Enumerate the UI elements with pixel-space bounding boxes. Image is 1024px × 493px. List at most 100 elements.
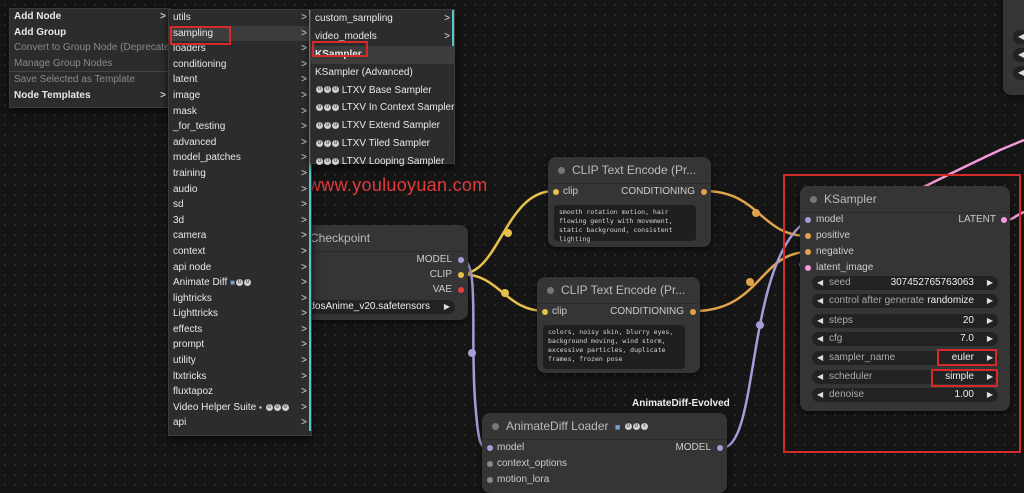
category-item-utility[interactable]: utility > — [169, 353, 311, 369]
output-vae-dot[interactable] — [458, 287, 464, 293]
checkpoint-title: Checkpoint — [300, 225, 468, 252]
context-menu-item-add-group[interactable]: Add Group — [10, 25, 170, 41]
context-menu-item-node-templates[interactable]: Node Templates > — [10, 88, 170, 104]
category-item-audio[interactable]: audio > — [169, 181, 311, 198]
ad-output-model-dot[interactable] — [717, 445, 723, 451]
ad-input-lora-dot[interactable] — [487, 477, 493, 483]
context-menu-item-add-node[interactable]: Add Node > — [10, 9, 170, 25]
clip-neg-output-dot[interactable] — [690, 309, 696, 315]
category-item-latent[interactable]: latent > — [169, 72, 311, 88]
category-item-camera[interactable]: camera > — [169, 228, 311, 244]
badge-icon: ooo — [316, 122, 339, 130]
category-item-label: _for_testing — [173, 121, 226, 133]
context-menu-item-label: Add Group — [14, 26, 67, 38]
badge-icon: ooo — [316, 86, 339, 94]
category-item-mask[interactable]: mask > — [169, 103, 311, 120]
chevron-right-icon: > — [301, 292, 307, 304]
category-item-sd[interactable]: sd > — [169, 197, 311, 213]
sampling-item-ltxv-tiled-sampler[interactable]: ooo LTXV Tiled Sampler — [311, 135, 454, 153]
category-item-api-node[interactable]: api node > — [169, 259, 311, 276]
clip-text-encode-positive[interactable]: CLIP Text Encode (Pr... clip CONDITIONIN… — [548, 157, 711, 247]
chevron-right-icon: > — [301, 58, 307, 70]
ad-input-model-dot[interactable] — [487, 445, 493, 451]
sampling-item-ltxv-in-context-sampler[interactable]: ooo LTXV In Context Sampler — [311, 99, 454, 117]
category-item-api[interactable]: api > — [169, 415, 311, 432]
ad-input-model: model — [497, 442, 525, 453]
chevron-right-icon: > — [301, 89, 307, 101]
category-item-prompt[interactable]: prompt > — [169, 337, 311, 354]
clip-pos-input-label: clip — [563, 186, 579, 197]
category-item-utils[interactable]: utils > — [169, 10, 311, 26]
category-item-label: advanced — [173, 136, 217, 148]
category-item-label: fluxtapoz — [173, 386, 214, 398]
submenu-indicator — [309, 399, 311, 416]
clip-pos-textarea[interactable]: smooth rotation motion, hair flowing gen… — [554, 205, 696, 243]
sampling-item-ltxv-looping-sampler[interactable]: ooo LTXV Looping Sampler — [311, 153, 454, 171]
chevron-right-icon: > — [301, 152, 307, 164]
ckpt-name-widget[interactable]: rdosAnime_v20.safetensors ▶ — [300, 300, 455, 314]
category-item-for-testing[interactable]: _for_testing > — [169, 119, 311, 135]
category-item-label: 3d — [173, 214, 185, 226]
category-item-label: image — [173, 89, 201, 101]
partial-widget-1[interactable]: ◀ — [1013, 30, 1024, 44]
chevron-right-icon: > — [444, 30, 450, 42]
partial-widget-2[interactable]: ◀ — [1013, 48, 1024, 62]
category-item-ltxtricks[interactable]: ltxtricks > — [169, 368, 311, 385]
context-menu-item-manage-group-nodes: Manage Group Nodes — [10, 56, 170, 72]
category-item-lighttricks[interactable]: Lighttricks > — [169, 306, 311, 322]
category-item-label: api node — [173, 261, 212, 273]
category-item-label: Animate Diff — [173, 277, 228, 289]
context-menu-item-convert-to-group-node-deprecated: Convert to Group Node (Deprecated) — [10, 40, 179, 56]
clip-text-encode-negative[interactable]: CLIP Text Encode (Pr... clip CONDITIONIN… — [537, 277, 700, 373]
category-item-video-helper-suite[interactable]: Video Helper Suite ▪ o o o > — [169, 399, 311, 416]
category-item-context[interactable]: context > — [169, 243, 311, 260]
sampling-item-ksampler-advanced[interactable]: KSampler (Advanced) — [311, 64, 454, 82]
clip-pos-input-dot[interactable] — [553, 189, 559, 195]
clip-neg-input-label: clip — [552, 306, 568, 317]
checkpoint-loader-node[interactable]: Checkpoint MODEL CLIP VAE rdosAnime_v20.… — [300, 225, 468, 320]
chevron-right-icon: > — [301, 105, 307, 117]
category-item-3d[interactable]: 3d > — [169, 212, 311, 229]
clip-pos-output-dot[interactable] — [701, 189, 707, 195]
output-clip-dot[interactable] — [458, 272, 464, 278]
category-item-label: mask — [173, 105, 197, 117]
clip-pos-title: CLIP Text Encode (Pr... — [572, 163, 697, 177]
context-menu-item-save-selected-as-template: Save Selected as Template — [10, 71, 170, 88]
category-item-lightricks[interactable]: lightricks > — [169, 290, 311, 307]
category-item-model-patches[interactable]: model_patches > — [169, 150, 311, 166]
submenu-indicator — [309, 212, 311, 229]
category-item-effects[interactable]: effects > — [169, 321, 311, 338]
sampling-item-ltxv-base-sampler[interactable]: ooo LTXV Base Sampler — [311, 82, 454, 100]
category-item-training[interactable]: training > — [169, 165, 311, 182]
category-item-conditioning[interactable]: conditioning > — [169, 56, 311, 73]
sampling-submenu: custom_sampling > video_models > KSampler KSa… — [310, 9, 455, 167]
ckpt-name-value: rdosAnime_v20.safetensors — [306, 301, 430, 312]
submenu-indicator — [309, 415, 311, 432]
sampling-item-label: KSampler (Advanced) — [315, 66, 413, 78]
sampling-item-custom-sampling[interactable]: custom_sampling > — [311, 10, 454, 28]
category-item-animate-diff[interactable]: Animate Diff ■ o o > — [169, 275, 311, 291]
animatediff-group-label: AnimateDiff-Evolved — [632, 398, 730, 409]
output-model-dot[interactable] — [458, 257, 464, 263]
category-item-fluxtapoz[interactable]: fluxtapoz > — [169, 384, 311, 400]
clip-neg-textarea[interactable]: colors, noisy skin, blurry eyes, backgro… — [543, 325, 685, 369]
partial-node: ◀ ◀ ◀ — [1003, 0, 1024, 95]
sampling-item-ltxv-extend-sampler[interactable]: ooo LTXV Extend Sampler — [311, 117, 454, 135]
category-item-label: Lighttricks — [173, 308, 219, 320]
chevron-right-icon: > — [301, 339, 307, 351]
category-item-label: conditioning — [173, 58, 227, 70]
ad-input-context-dot[interactable] — [487, 461, 493, 467]
partial-widget-3[interactable]: ◀ — [1013, 66, 1024, 80]
category-item-label: ltxtricks — [173, 370, 207, 382]
category-item-label: effects — [173, 323, 203, 335]
submenu-indicator — [309, 181, 311, 198]
sampling-item-label: LTXV Base Sampler — [341, 84, 432, 96]
ad-input-context: context_options — [497, 458, 568, 469]
sampling-item-label: LTXV Tiled Sampler — [341, 138, 430, 150]
output-vae-label: VAE — [432, 284, 452, 295]
category-item-advanced[interactable]: advanced > — [169, 134, 311, 151]
clip-neg-input-dot[interactable] — [542, 309, 548, 315]
category-item-label: camera — [173, 230, 207, 242]
animatediff-loader-node[interactable]: AnimateDiff Loader ■ ooi model context_o… — [482, 413, 727, 493]
category-item-image[interactable]: image > — [169, 87, 311, 104]
